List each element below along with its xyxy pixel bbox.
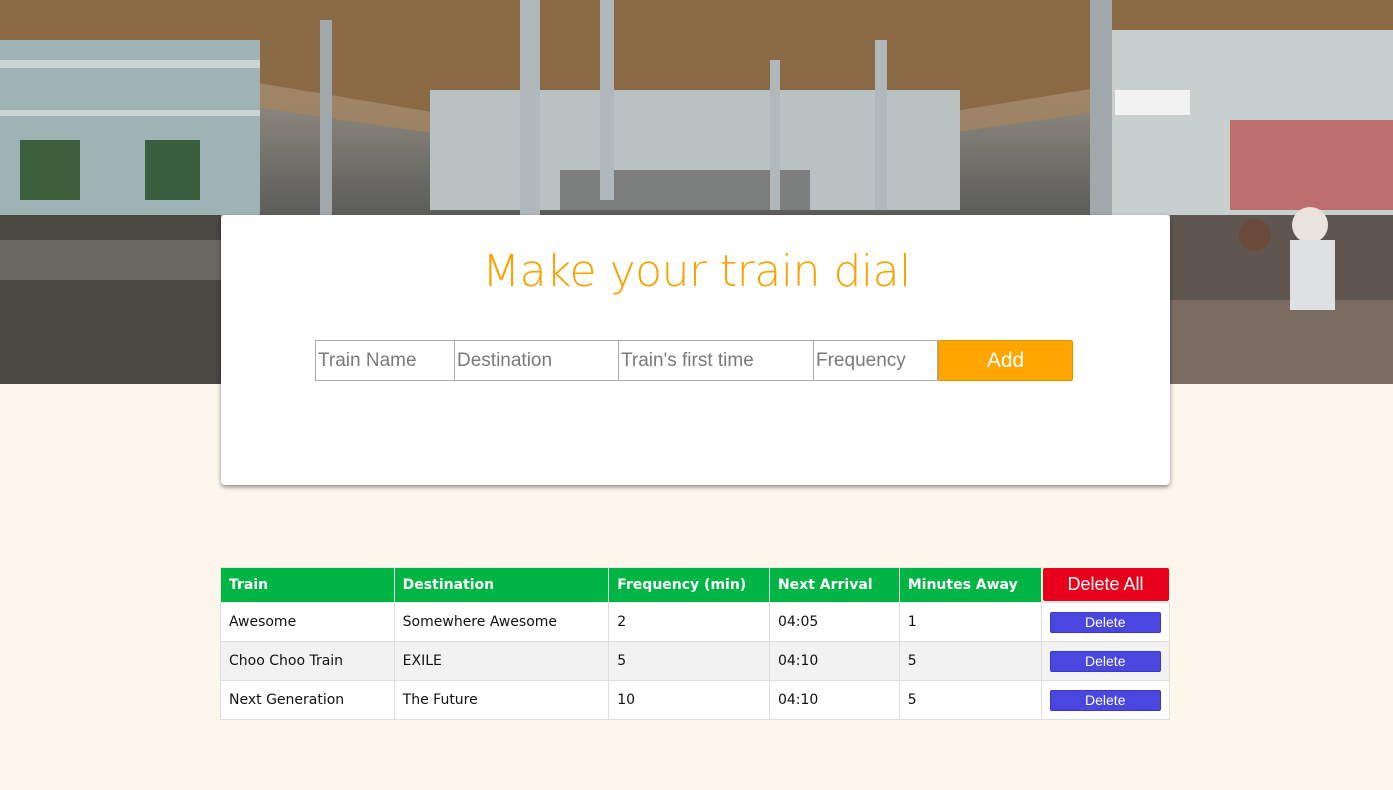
cell-minutes-away: 5 xyxy=(898,641,1042,681)
cell-destination: EXILE xyxy=(393,641,610,681)
cell-destination: The Future xyxy=(393,680,610,720)
cell-next-arrival: 04:10 xyxy=(768,680,900,720)
cell-train: Choo Choo Train xyxy=(220,641,395,681)
cell-frequency: 10 xyxy=(608,680,770,720)
table-header-row: Train Destination Frequency (min) Next A… xyxy=(220,567,1170,603)
header-next-arrival: Next Arrival xyxy=(768,567,900,603)
delete-row-button[interactable]: Delete xyxy=(1049,689,1161,711)
header-minutes-away: Minutes Away xyxy=(898,567,1042,603)
cell-next-arrival: 04:10 xyxy=(768,641,900,681)
table-row: Next Generation The Future 10 04:10 5 De… xyxy=(220,680,1170,720)
first-time-input[interactable] xyxy=(619,340,814,381)
cell-frequency: 5 xyxy=(608,641,770,681)
header-actions: Delete All xyxy=(1041,567,1170,603)
header-destination: Destination xyxy=(393,567,610,603)
page-title: Make your train dial xyxy=(482,246,911,297)
table-row: Awesome Somewhere Awesome 2 04:05 1 Dele… xyxy=(220,602,1170,642)
header-frequency: Frequency (min) xyxy=(608,567,770,603)
cell-destination: Somewhere Awesome xyxy=(393,602,610,642)
cell-minutes-away: 1 xyxy=(898,602,1042,642)
delete-row-button[interactable]: Delete xyxy=(1049,650,1161,672)
delete-all-button[interactable]: Delete All xyxy=(1042,568,1169,602)
cell-train: Next Generation xyxy=(220,680,395,720)
destination-input[interactable] xyxy=(455,340,619,381)
train-schedule-table: Train Destination Frequency (min) Next A… xyxy=(220,567,1170,720)
header-train: Train xyxy=(220,567,395,603)
cell-actions: Delete xyxy=(1040,680,1170,720)
train-name-input[interactable] xyxy=(315,340,455,381)
frequency-input[interactable] xyxy=(814,340,938,381)
cell-train: Awesome xyxy=(220,602,395,642)
add-train-form: Add xyxy=(315,340,1073,381)
cell-minutes-away: 5 xyxy=(898,680,1042,720)
cell-next-arrival: 04:05 xyxy=(768,602,900,642)
table-row: Choo Choo Train EXILE 5 04:10 5 Delete xyxy=(220,641,1170,681)
delete-row-button[interactable]: Delete xyxy=(1049,611,1161,633)
cell-actions: Delete xyxy=(1040,602,1170,642)
cell-frequency: 2 xyxy=(608,602,770,642)
cell-actions: Delete xyxy=(1040,641,1170,681)
add-button[interactable]: Add xyxy=(938,340,1073,381)
